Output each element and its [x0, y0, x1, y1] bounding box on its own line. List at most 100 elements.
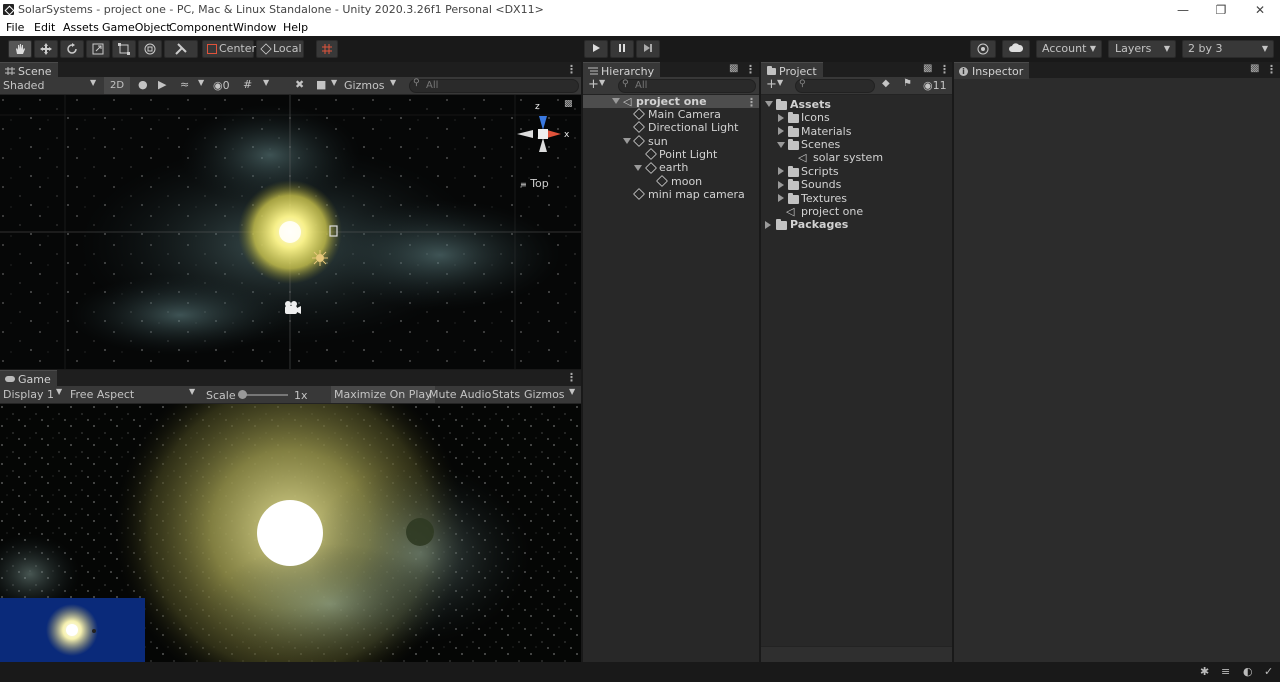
scene-row-menu-icon[interactable]: ⋮	[746, 96, 757, 109]
debug-bug-icon[interactable]: ✱	[1200, 665, 1209, 678]
collab-button[interactable]	[970, 40, 996, 58]
hierarchy-menu-icon[interactable]: ⋮	[745, 63, 756, 76]
hierarchy-item-directional-light[interactable]: Directional Light	[648, 121, 738, 134]
project-lock-icon[interactable]: ▩	[923, 63, 932, 74]
expand-arrow-icon[interactable]	[634, 165, 642, 171]
hierarchy-item-earth[interactable]: earth	[659, 161, 688, 174]
layers-stack-icon[interactable]: ≡	[1221, 665, 1230, 678]
expand-arrow-icon[interactable]	[612, 98, 620, 104]
expand-arrow-icon[interactable]	[778, 114, 784, 122]
tools-icon[interactable]: ✖	[295, 78, 304, 91]
inspector-menu-icon[interactable]: ⋮	[1266, 63, 1277, 76]
project-item-textures[interactable]: Textures	[801, 192, 847, 205]
display-dropdown[interactable]: Display 1	[3, 388, 54, 401]
menu-assets[interactable]: Assets	[63, 21, 99, 34]
scale-tool-button[interactable]	[86, 40, 110, 58]
effects-toggle-icon[interactable]: ≈	[180, 78, 189, 91]
game-viewport[interactable]	[0, 404, 581, 662]
cloud-button[interactable]	[1002, 40, 1030, 58]
pivot-local-button[interactable]: Local	[256, 40, 304, 58]
project-item-project-one[interactable]: project one	[801, 205, 863, 218]
project-item-scenes[interactable]: Scenes	[801, 138, 840, 151]
audio-toggle-icon[interactable]: ▶	[158, 78, 166, 91]
tab-inspector[interactable]: i Inspector	[954, 62, 1030, 79]
expand-arrow-icon[interactable]	[623, 138, 631, 144]
game-gizmos-toggle[interactable]: Gizmos	[524, 388, 565, 401]
inspector-lock-icon[interactable]: ▩	[1250, 63, 1259, 74]
menu-component[interactable]: Component	[169, 21, 233, 34]
expand-arrow-icon[interactable]	[778, 194, 784, 202]
hierarchy-item-point-light[interactable]: Point Light	[659, 148, 717, 161]
expand-arrow-icon[interactable]	[777, 142, 785, 148]
hidden-objects-toggle[interactable]: ◉0	[213, 79, 230, 92]
search-by-label-icon[interactable]: ⚑	[903, 78, 912, 89]
mute-audio-toggle[interactable]: Mute Audio	[429, 388, 491, 401]
expand-arrow-icon[interactable]	[778, 181, 784, 189]
move-tool-button[interactable]	[34, 40, 58, 58]
scene-menu-icon[interactable]: ⋮	[566, 63, 577, 76]
hand-tool-button[interactable]	[8, 40, 32, 58]
hierarchy-item-mini-map-camera[interactable]: mini map camera	[648, 188, 745, 201]
aspect-dropdown[interactable]: Free Aspect	[70, 388, 134, 401]
custom-tool-button[interactable]	[164, 40, 198, 58]
progress-icon[interactable]: ◐	[1243, 665, 1253, 678]
project-search-input[interactable]	[795, 79, 875, 93]
expand-arrow-icon[interactable]	[765, 221, 771, 229]
project-add-button[interactable]: +	[766, 77, 777, 92]
project-item-solar-system[interactable]: solar system	[813, 151, 883, 164]
scale-slider-handle[interactable]	[238, 390, 247, 399]
menu-window[interactable]: Window	[233, 21, 276, 34]
restore-button[interactable]: ❐	[1201, 1, 1241, 19]
hierarchy-lock-icon[interactable]: ▩	[729, 63, 738, 74]
layers-dropdown[interactable]: Layers ▼	[1108, 40, 1176, 58]
hierarchy-search-input[interactable]: All	[618, 79, 756, 93]
rect-tool-button[interactable]	[112, 40, 136, 58]
menu-edit[interactable]: Edit	[34, 21, 55, 34]
hierarchy-add-button[interactable]: +	[588, 77, 599, 92]
hierarchy-item-main-camera[interactable]: Main Camera	[648, 108, 721, 121]
menu-help[interactable]: Help	[283, 21, 308, 34]
account-dropdown[interactable]: Account ▼	[1036, 40, 1102, 58]
scene-search-input[interactable]: All	[409, 79, 579, 93]
step-button[interactable]	[636, 40, 660, 58]
hierarchy-item-project-one[interactable]: project one	[636, 95, 707, 108]
scene-gizmos-dropdown[interactable]: Gizmos	[344, 79, 385, 92]
project-hidden-toggle[interactable]: ◉11	[923, 79, 947, 92]
project-item-assets[interactable]: Assets	[790, 98, 831, 111]
game-menu-icon[interactable]: ⋮	[566, 371, 577, 384]
maximize-on-play-toggle[interactable]: Maximize On Play	[331, 386, 435, 403]
stats-toggle[interactable]: Stats	[492, 388, 520, 401]
lighting-toggle-icon[interactable]: ●	[138, 78, 148, 91]
project-menu-icon[interactable]: ⋮	[939, 63, 950, 76]
menu-gameobject[interactable]: GameObject	[102, 21, 171, 34]
layout-dropdown[interactable]: 2 by 3 ▼	[1182, 40, 1274, 58]
rotate-tool-button[interactable]	[60, 40, 84, 58]
expand-arrow-icon[interactable]	[778, 167, 784, 175]
minimize-button[interactable]: —	[1163, 1, 1203, 19]
project-item-materials[interactable]: Materials	[801, 125, 851, 138]
search-by-type-icon[interactable]: ◆	[882, 78, 890, 89]
play-button[interactable]	[584, 40, 608, 58]
shading-mode-dropdown[interactable]: Shaded	[3, 79, 44, 92]
camera-icon[interactable]: ■	[316, 78, 326, 91]
pause-button[interactable]	[610, 40, 634, 58]
lock-icon[interactable]: ▩	[564, 99, 573, 109]
tab-game[interactable]: Game	[0, 370, 57, 387]
view-mode-label[interactable]: ≡ Top	[520, 177, 549, 190]
project-item-icons[interactable]: Icons	[801, 111, 830, 124]
project-item-scripts[interactable]: Scripts	[801, 165, 839, 178]
menu-file[interactable]: File	[6, 21, 24, 34]
project-item-sounds[interactable]: Sounds	[801, 178, 841, 191]
grid-toggle-icon[interactable]: #	[243, 78, 252, 91]
expand-arrow-icon[interactable]	[778, 127, 784, 135]
hierarchy-item-sun[interactable]: sun	[648, 135, 668, 148]
orientation-gizmo[interactable]: z x ≡ Top ▩	[513, 99, 573, 190]
point-light-icon[interactable]	[312, 250, 328, 266]
project-item-packages[interactable]: Packages	[790, 218, 848, 231]
grid-snap-button[interactable]	[316, 40, 338, 58]
close-button[interactable]: ✕	[1240, 1, 1280, 19]
pivot-center-button[interactable]: Center	[202, 40, 256, 58]
toggle-2d-button[interactable]: 2D	[104, 77, 130, 94]
transform-tool-button[interactable]	[138, 40, 162, 58]
hierarchy-item-moon[interactable]: moon	[671, 175, 702, 188]
